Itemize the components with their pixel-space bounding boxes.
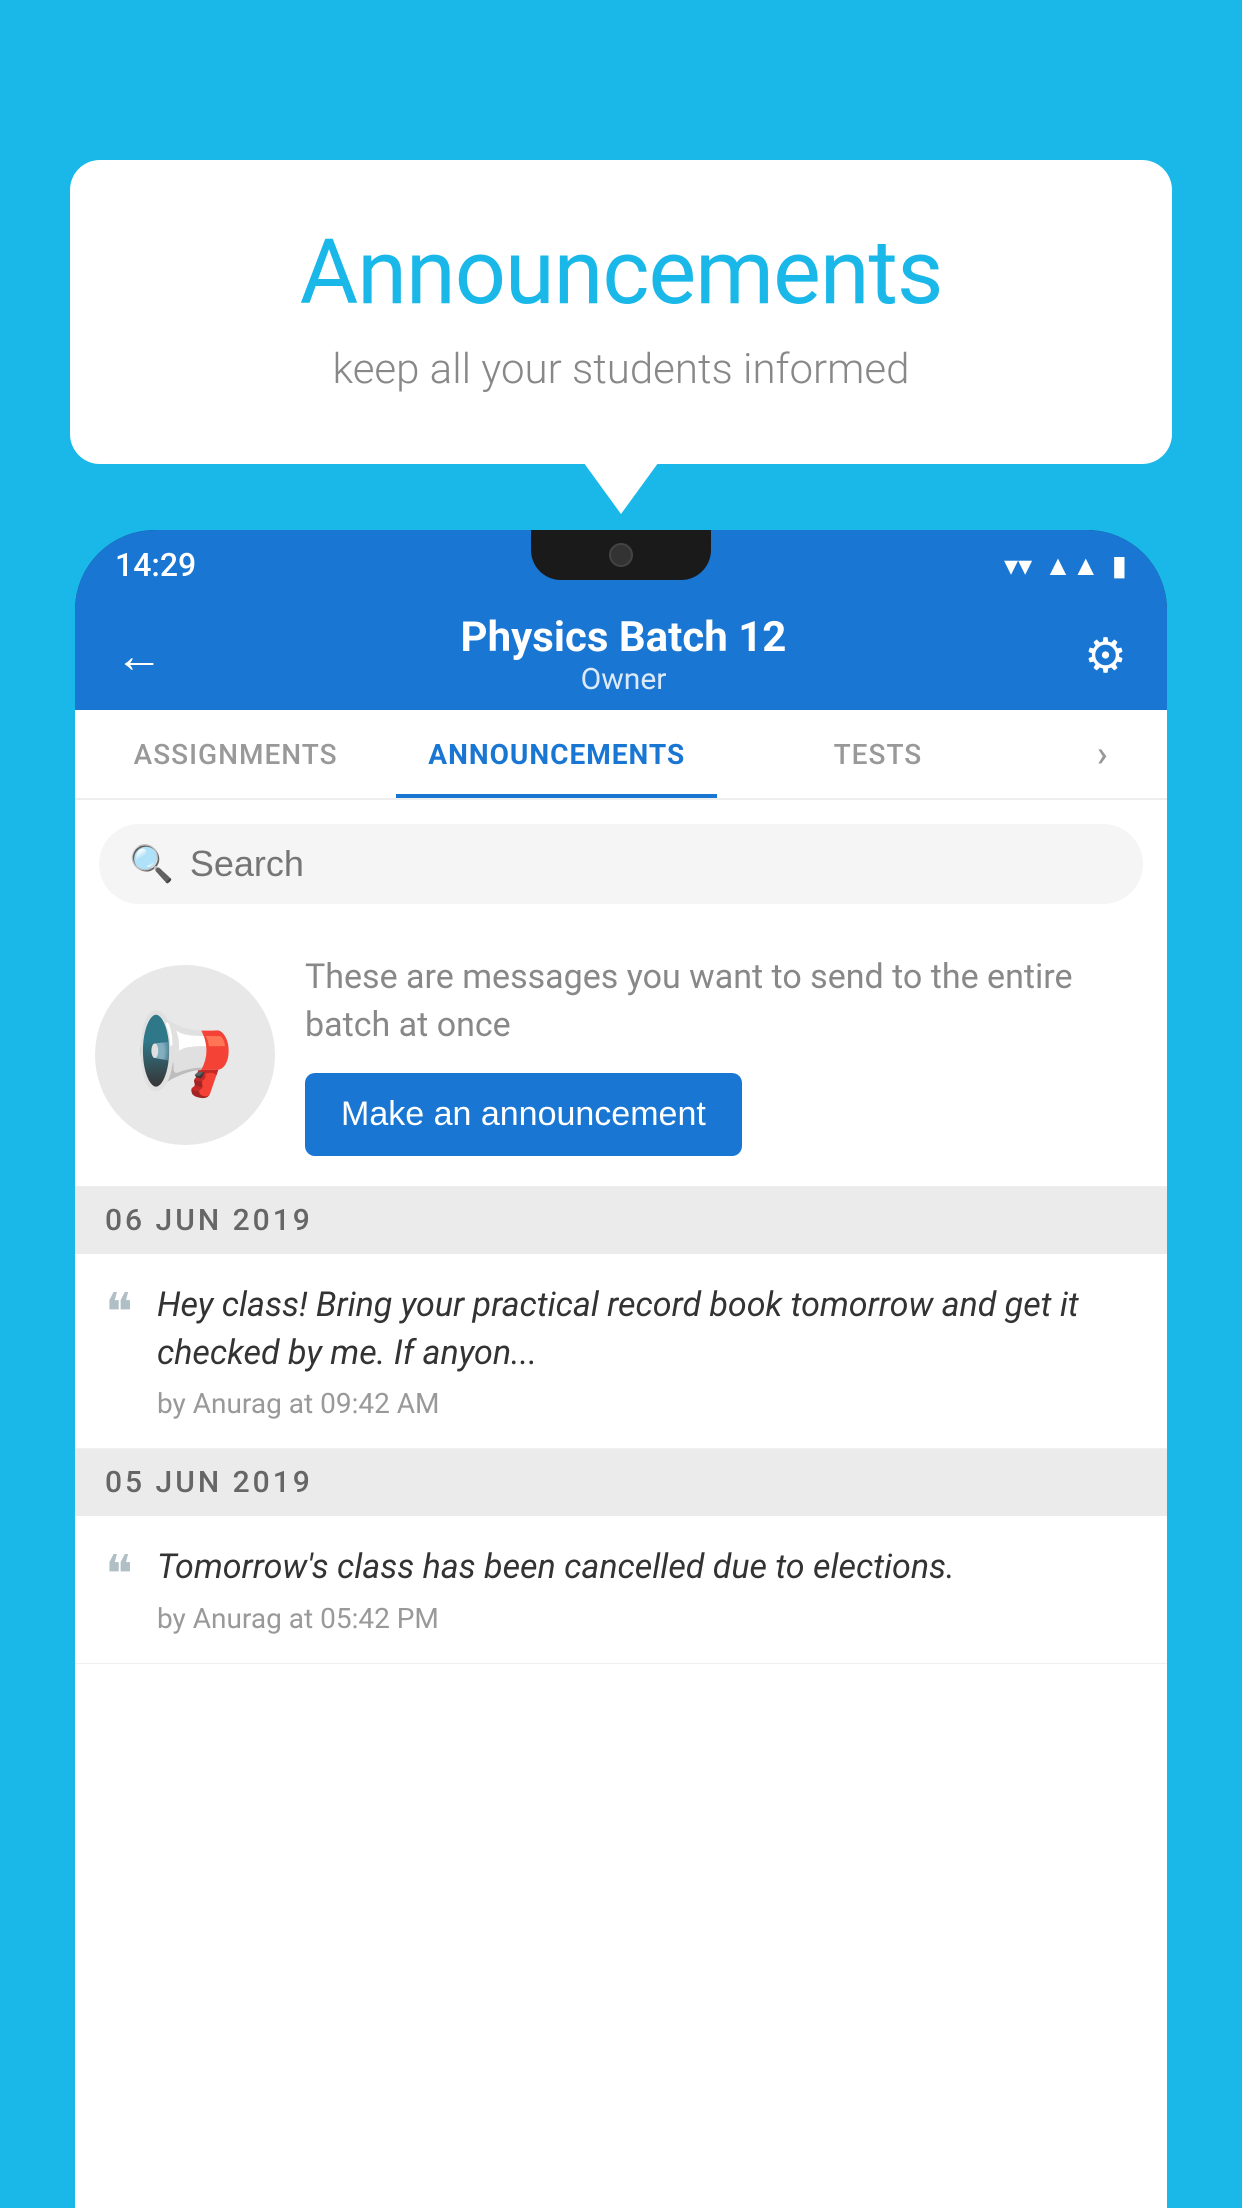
announcement-content-1: Hey class! Bring your practical record b… <box>157 1282 1137 1420</box>
signal-icon: ▲▲ <box>1044 549 1099 582</box>
announcement-meta-1: by Anurag at 09:42 AM <box>157 1387 1137 1420</box>
search-icon: 🔍 <box>129 843 174 885</box>
megaphone-circle: 📢 <box>95 965 275 1145</box>
empty-state: 📢 These are messages you want to send to… <box>75 924 1167 1187</box>
date-divider-1: 06 JUN 2019 <box>75 1187 1167 1254</box>
content-area: 🔍 📢 These are messages you want to send … <box>75 800 1167 2208</box>
search-bar[interactable]: 🔍 <box>99 824 1143 904</box>
back-button[interactable]: ← <box>115 627 163 684</box>
quote-icon-2: ❝ <box>105 1544 133 1602</box>
app-bar-title: Physics Batch 12 Owner <box>461 613 787 697</box>
phone-frame: 14:29 ▾▾ ▲▲ ▮ ← Physics Batch 12 Owner ⚙… <box>75 530 1167 2208</box>
announcement-meta-2: by Anurag at 05:42 PM <box>157 1602 955 1635</box>
megaphone-icon: 📢 <box>135 1008 235 1102</box>
tab-assignments[interactable]: ASSIGNMENTS <box>75 710 396 798</box>
app-bar: ← Physics Batch 12 Owner ⚙ <box>75 600 1167 710</box>
speech-bubble-wrapper: Announcements keep all your students inf… <box>70 160 1172 464</box>
battery-icon: ▮ <box>1112 549 1127 582</box>
tab-tests[interactable]: TESTS <box>717 710 1038 798</box>
search-input[interactable] <box>190 843 1113 885</box>
announcement-text-2: Tomorrow's class has been cancelled due … <box>157 1544 955 1592</box>
quote-icon-1: ❝ <box>105 1282 133 1340</box>
speech-bubble-title: Announcements <box>150 220 1092 325</box>
announcement-content-2: Tomorrow's class has been cancelled due … <box>157 1544 955 1635</box>
phone-notch <box>531 530 711 580</box>
wifi-icon: ▾▾ <box>1004 549 1032 582</box>
batch-name: Physics Batch 12 <box>461 613 787 662</box>
tab-bar: ASSIGNMENTS ANNOUNCEMENTS TESTS › <box>75 710 1167 800</box>
speech-bubble-subtitle: keep all your students informed <box>150 345 1092 394</box>
make-announcement-button[interactable]: Make an announcement <box>305 1073 742 1156</box>
settings-icon[interactable]: ⚙ <box>1084 627 1127 684</box>
camera <box>609 543 633 567</box>
speech-bubble: Announcements keep all your students inf… <box>70 160 1172 464</box>
announcement-text-1: Hey class! Bring your practical record b… <box>157 1282 1137 1377</box>
empty-state-content: These are messages you want to send to t… <box>305 954 1137 1156</box>
announcement-item-2[interactable]: ❝ Tomorrow's class has been cancelled du… <box>75 1516 1167 1664</box>
tab-announcements[interactable]: ANNOUNCEMENTS <box>396 710 717 798</box>
empty-state-description: These are messages you want to send to t… <box>305 954 1137 1049</box>
batch-role: Owner <box>461 662 787 697</box>
status-icons: ▾▾ ▲▲ ▮ <box>1004 549 1127 582</box>
tab-more[interactable]: › <box>1039 710 1167 798</box>
announcement-item-1[interactable]: ❝ Hey class! Bring your practical record… <box>75 1254 1167 1449</box>
date-divider-2: 05 JUN 2019 <box>75 1449 1167 1516</box>
status-time: 14:29 <box>115 546 196 584</box>
